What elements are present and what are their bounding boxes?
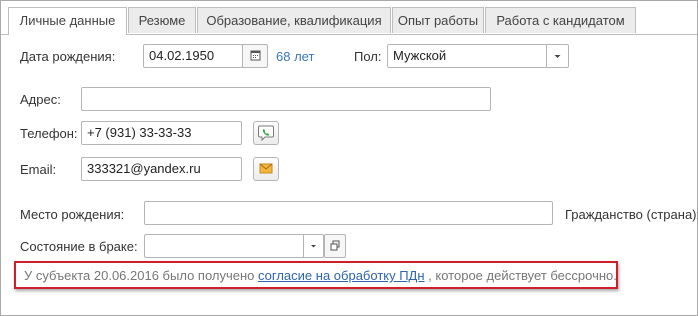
consent-notice-suffix: , которое действует бессрочно. [428,268,617,283]
calendar-button[interactable] [242,44,268,68]
birth-date-input[interactable]: 04.02.1950 [143,44,243,68]
gender-dropdown-button[interactable] [547,45,568,67]
phone-label: Телефон: [20,126,78,141]
tab-work-experience[interactable]: Опыт работы [392,7,484,33]
calendar-icon [250,50,261,61]
address-label: Адрес: [20,92,61,107]
open-marital-status-button[interactable] [324,234,346,258]
email-label: Email: [20,162,57,177]
tab-resume[interactable]: Резюме [128,7,196,33]
call-button[interactable] [253,121,279,145]
address-input[interactable] [81,87,491,111]
personal-data-form: Личные данные Резюме Образование, квалиф… [0,0,698,316]
birthplace-input[interactable] [144,201,553,225]
birthplace-label: Место рождения: [20,207,125,222]
phone-input[interactable]: +7 (931) 33-33-33 [81,121,242,145]
tab-personal-data[interactable]: Личные данные [8,7,127,35]
marital-status-label: Состояние в браке: [20,239,138,254]
consent-link[interactable]: согласие на обработку ПДн [258,268,425,283]
email-input[interactable]: 333321@yandex.ru [81,157,242,181]
consent-notice-prefix: У субъекта 20.06.2016 было получено [24,268,255,283]
send-email-button[interactable] [253,157,279,181]
phone-call-icon [258,125,274,142]
age-value: 68 лет [276,49,315,64]
consent-notice: У субъекта 20.06.2016 было получено согл… [14,261,618,289]
gender-label: Пол: [354,49,382,64]
envelope-icon [259,163,273,174]
marital-status-select[interactable] [144,234,324,258]
tab-education[interactable]: Образование, квалификация [197,7,391,33]
chevron-down-icon [554,55,561,58]
birth-date-label: Дата рождения: [20,49,116,64]
marital-dropdown-button[interactable] [304,235,323,257]
tab-candidate-work[interactable]: Работа с кандидатом [485,7,636,33]
chevron-down-icon [311,245,316,248]
consent-notice-text: У субъекта 20.06.2016 было получено согл… [24,268,617,283]
open-form-icon [330,240,340,251]
gender-select[interactable]: Мужской [387,44,569,68]
citizenship-label: Гражданство (страна): [565,207,698,222]
